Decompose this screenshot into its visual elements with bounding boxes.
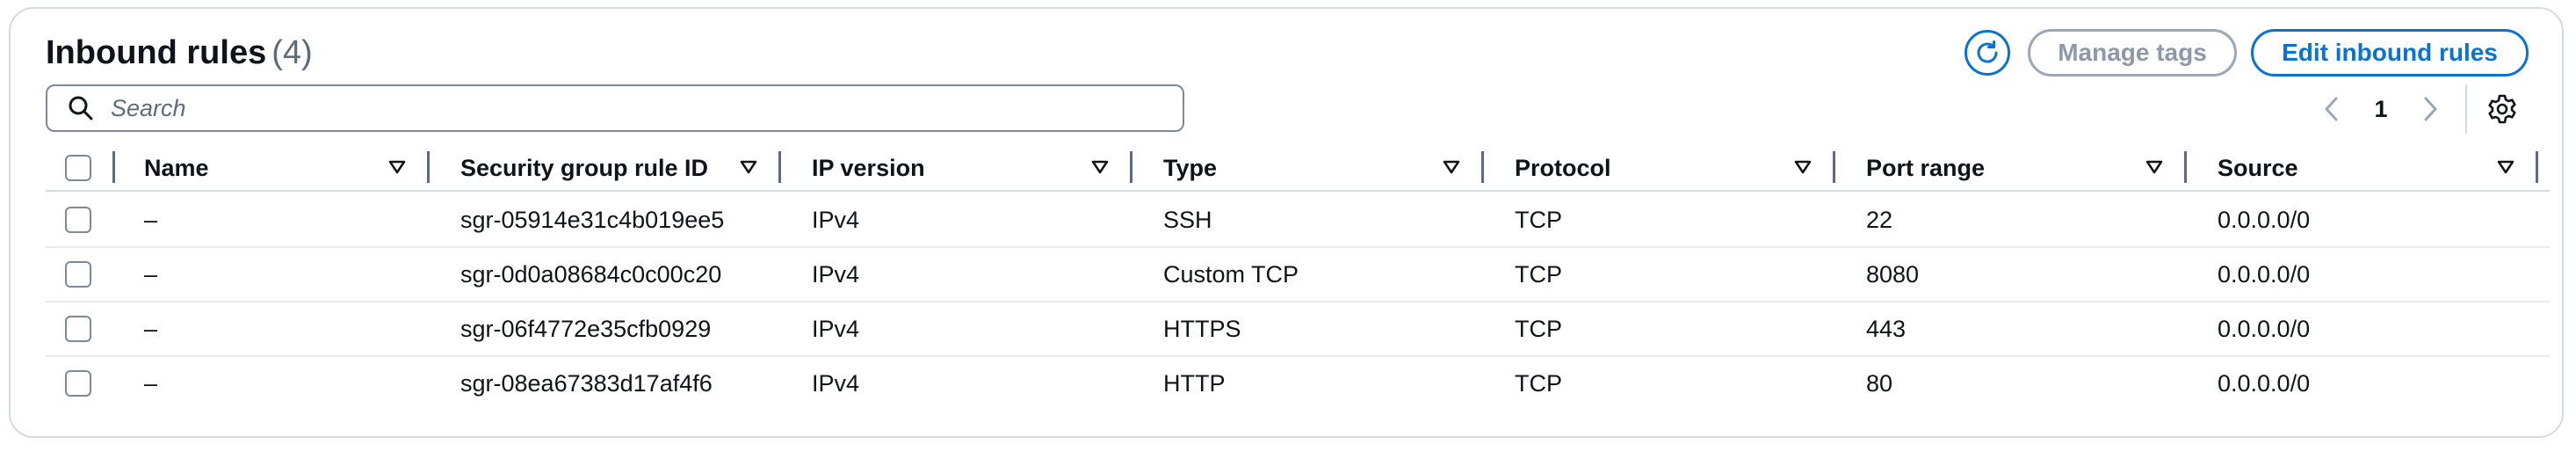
sort-icon[interactable] bbox=[387, 157, 408, 178]
cell-port-range: 443 bbox=[1866, 315, 1907, 342]
cell-type: SSH bbox=[1163, 206, 1212, 233]
cell-type: Custom TCP bbox=[1163, 260, 1299, 288]
chevron-right-icon bbox=[2424, 97, 2437, 121]
current-page-number[interactable]: 1 bbox=[2369, 88, 2393, 130]
cell-type: HTTP bbox=[1163, 369, 1226, 397]
sort-icon[interactable] bbox=[1089, 157, 1111, 178]
sort-icon[interactable] bbox=[1441, 157, 1462, 178]
cell-source: 0.0.0.0/0 bbox=[2218, 260, 2311, 288]
chevron-left-icon bbox=[2325, 97, 2338, 121]
cell-rule-id: sgr-08ea67383d17af4f6 bbox=[460, 369, 713, 397]
edit-inbound-rules-button[interactable]: Edit inbound rules bbox=[2251, 29, 2529, 77]
pagination-divider bbox=[2465, 84, 2467, 134]
cell-name: – bbox=[144, 315, 158, 342]
row-checkbox[interactable] bbox=[65, 370, 91, 397]
search-icon bbox=[67, 92, 98, 124]
table-row[interactable]: – sgr-08ea67383d17af4f6 IPv4 HTTP TCP 80… bbox=[46, 357, 2550, 412]
column-divider bbox=[1130, 151, 1132, 183]
column-header-port-range[interactable]: Port range bbox=[1866, 146, 1985, 190]
cell-source: 0.0.0.0/0 bbox=[2218, 315, 2311, 342]
column-header-protocol[interactable]: Protocol bbox=[1515, 146, 1611, 190]
table-settings-button[interactable] bbox=[2483, 90, 2522, 128]
table-row[interactable]: – sgr-05914e31c4b019ee5 IPv4 SSH TCP 22 … bbox=[46, 193, 2550, 248]
column-header-type[interactable]: Type bbox=[1163, 146, 1217, 190]
refresh-icon bbox=[1977, 40, 1998, 63]
search-box bbox=[46, 84, 1184, 132]
panel-title: Inbound rules (4) bbox=[46, 32, 313, 74]
cell-rule-id: sgr-05914e31c4b019ee5 bbox=[460, 206, 725, 233]
cell-name: – bbox=[144, 206, 158, 233]
row-checkbox[interactable] bbox=[65, 207, 91, 233]
select-all-checkbox[interactable] bbox=[65, 155, 91, 181]
table-header-row: Name Security group rule ID IP version T… bbox=[46, 146, 2550, 192]
table-row[interactable]: – sgr-0d0a08684c0c00c20 IPv4 Custom TCP … bbox=[46, 248, 2550, 303]
row-checkbox[interactable] bbox=[65, 261, 91, 288]
cell-ip-version: IPv4 bbox=[812, 260, 860, 288]
cell-source: 0.0.0.0/0 bbox=[2218, 206, 2311, 233]
column-header-ip-version[interactable]: IP version bbox=[812, 146, 925, 190]
cell-rule-id: sgr-0d0a08684c0c00c20 bbox=[460, 260, 722, 288]
sort-icon[interactable] bbox=[2144, 157, 2165, 178]
cell-ip-version: IPv4 bbox=[812, 206, 860, 233]
sort-icon[interactable] bbox=[2495, 157, 2516, 178]
cell-port-range: 80 bbox=[1866, 369, 1893, 397]
cell-name: – bbox=[144, 260, 158, 288]
sort-icon[interactable] bbox=[738, 157, 759, 178]
column-header-name[interactable]: Name bbox=[144, 146, 209, 190]
cell-type: HTTPS bbox=[1163, 315, 1241, 342]
column-divider bbox=[2184, 151, 2187, 183]
cell-port-range: 8080 bbox=[1866, 260, 1920, 288]
cell-source: 0.0.0.0/0 bbox=[2218, 369, 2311, 397]
previous-page-button[interactable] bbox=[2319, 88, 2344, 130]
table-row[interactable]: – sgr-06f4772e35cfb0929 IPv4 HTTPS TCP 4… bbox=[46, 303, 2550, 357]
cell-port-range: 22 bbox=[1866, 206, 1893, 233]
cell-rule-id: sgr-06f4772e35cfb0929 bbox=[460, 315, 712, 342]
cell-ip-version: IPv4 bbox=[812, 369, 860, 397]
column-divider bbox=[427, 151, 430, 183]
cell-protocol: TCP bbox=[1515, 369, 1562, 397]
gear-icon bbox=[2488, 94, 2516, 124]
cell-protocol: TCP bbox=[1515, 260, 1562, 288]
column-divider bbox=[778, 151, 781, 183]
column-divider bbox=[2536, 151, 2538, 183]
cell-protocol: TCP bbox=[1515, 206, 1562, 233]
cell-name: – bbox=[144, 369, 158, 397]
cell-ip-version: IPv4 bbox=[812, 315, 860, 342]
row-checkbox[interactable] bbox=[65, 316, 91, 342]
column-header-source[interactable]: Source bbox=[2218, 146, 2298, 190]
column-divider bbox=[1481, 151, 1484, 183]
cell-protocol: TCP bbox=[1515, 315, 1562, 342]
panel-title-text: Inbound rules bbox=[46, 34, 267, 71]
column-divider bbox=[112, 151, 115, 183]
search-input[interactable] bbox=[109, 93, 1149, 123]
sort-icon[interactable] bbox=[1792, 157, 1813, 178]
rule-count: (4) bbox=[271, 34, 313, 71]
column-divider bbox=[1833, 151, 1835, 183]
manage-tags-button[interactable]: Manage tags bbox=[2028, 29, 2237, 77]
column-header-rule-id[interactable]: Security group rule ID bbox=[460, 146, 708, 190]
refresh-button[interactable] bbox=[1965, 30, 2010, 76]
next-page-button[interactable] bbox=[2418, 88, 2442, 130]
